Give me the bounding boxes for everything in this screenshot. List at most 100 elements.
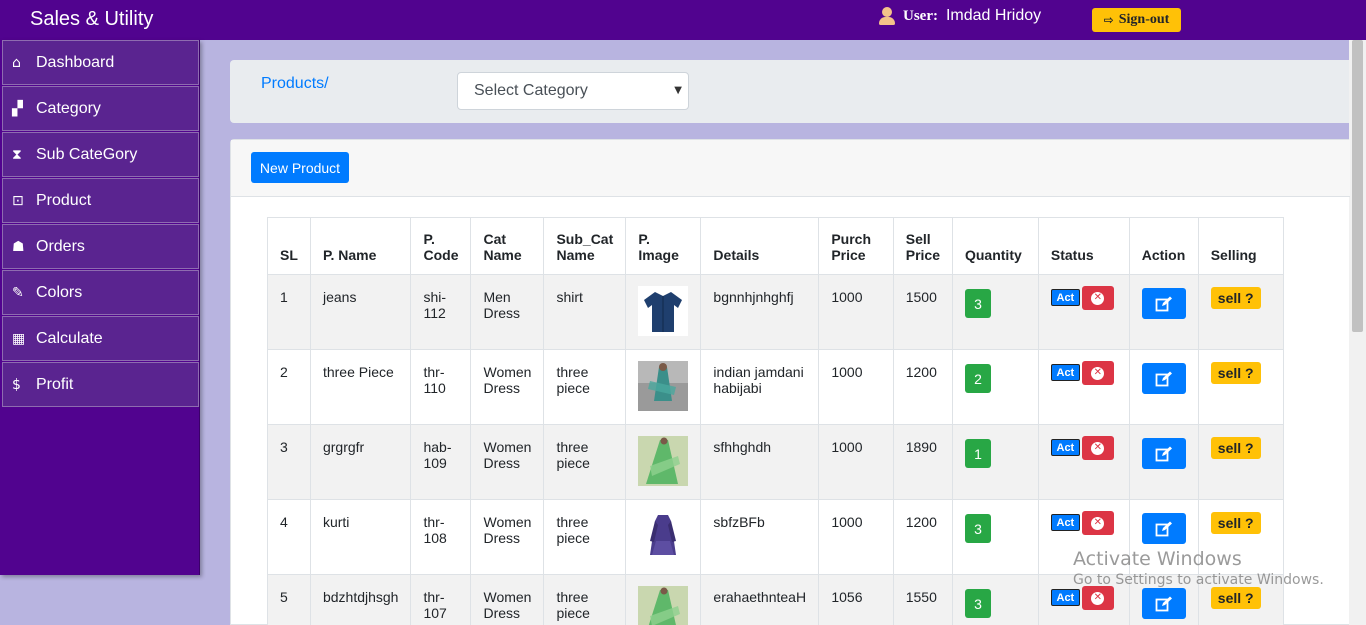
purchase-price: 1000 (818, 499, 894, 575)
selling-cell: sell ? (1197, 274, 1285, 350)
category-select[interactable]: Select Category ▼ (457, 72, 689, 110)
quantity-badge: 3 (964, 589, 991, 618)
sell-button[interactable]: sell ? (1210, 362, 1261, 384)
activate-windows-watermark: Activate Windows Go to Settings to activ… (1073, 548, 1324, 588)
edit-button[interactable] (1141, 438, 1186, 469)
product-name: kurti (309, 499, 412, 575)
activate-button[interactable]: Act (1050, 589, 1080, 606)
scrollbar-thumb[interactable] (1352, 40, 1363, 332)
close-icon: ✕ (1091, 516, 1105, 530)
sell-button[interactable]: sell ? (1210, 587, 1261, 609)
product-code: thr-107 (410, 574, 472, 625)
sell-price: 1500 (892, 274, 953, 350)
product-details: sfhhghdh (700, 424, 820, 500)
status-cell: Act ✕ (1037, 274, 1130, 350)
sidebar-item-dashboard[interactable]: ⌂ Dashboard (2, 40, 199, 85)
sidebar-item-profit[interactable]: $ Profit (2, 362, 199, 407)
sidebar-item-orders[interactable]: ☗ Orders (2, 224, 199, 269)
sell-price: 1890 (892, 424, 953, 500)
card-header: New Product (231, 140, 1350, 197)
close-icon: ✕ (1091, 441, 1105, 455)
product-image (638, 286, 689, 336)
column-header: Details (700, 217, 820, 275)
row-sl: 2 (267, 349, 311, 425)
close-icon: ✕ (1091, 291, 1105, 305)
product-image-cell (625, 574, 702, 625)
sidebar-item-calculate[interactable]: ▦ Calculate (2, 316, 199, 361)
watermark-title: Activate Windows (1073, 548, 1242, 570)
delete-button[interactable]: ✕ (1081, 586, 1114, 610)
sell-button[interactable]: sell ? (1210, 512, 1261, 534)
sign-out-label: Sign-out (1118, 12, 1170, 27)
close-icon: ✕ (1091, 366, 1105, 380)
sidebar-item-category[interactable]: ▞ Category (2, 86, 199, 131)
edit-icon (1155, 596, 1173, 612)
quantity-cell: 3 (951, 574, 1039, 625)
column-header: Sub_Cat Name (543, 217, 627, 275)
delete-button[interactable]: ✕ (1081, 286, 1114, 310)
user-name: Imdad Hridoy (945, 7, 1042, 24)
sidebar-item-label: Dashboard (36, 53, 115, 71)
sidebar-item-product[interactable]: ⊡ Product (2, 178, 199, 223)
sign-out-icon: ⇨ (1103, 13, 1114, 27)
column-header: SL (267, 217, 311, 275)
activate-button[interactable]: Act (1050, 364, 1080, 381)
table-row: 2 three Piece thr-110 Women Dress three piec… (267, 349, 1285, 425)
dollar-icon: $ (12, 376, 21, 393)
edit-button[interactable] (1141, 513, 1186, 544)
action-cell (1128, 424, 1199, 500)
breadcrumb[interactable]: Products/ (261, 75, 329, 93)
action-cell (1128, 274, 1199, 350)
product-icon: ⊡ (12, 192, 24, 209)
sell-price: 1200 (892, 349, 953, 425)
activate-button[interactable]: Act (1050, 289, 1080, 306)
product-image (638, 511, 689, 561)
product-image (638, 361, 689, 411)
quantity-badge: 2 (964, 364, 991, 393)
edit-button[interactable] (1141, 588, 1186, 619)
column-header: Quantity (951, 217, 1039, 275)
delete-button[interactable]: ✕ (1081, 436, 1114, 460)
product-image-cell (625, 349, 702, 425)
new-product-button[interactable]: New Product (251, 152, 349, 183)
product-code: thr-108 (410, 499, 472, 575)
subcategory-name: three piece (543, 424, 627, 500)
sidebar-item-label: Calculate (36, 329, 103, 347)
sell-button[interactable]: sell ? (1210, 287, 1261, 309)
sell-price: 1550 (892, 574, 953, 625)
product-image (638, 586, 689, 625)
app-brand[interactable]: Sales & Utility (30, 8, 153, 31)
sidebar-item-colors[interactable]: ✎ Colors (2, 270, 199, 315)
product-name: bdzhtdjhsgh (309, 574, 412, 625)
chevron-down-icon: ▼ (674, 85, 682, 96)
table-row: 1 jeans shi-112 Men Dress shirt bgnnhjnhghfj 1… (267, 274, 1285, 350)
user-info: User: Imdad Hridoy (878, 7, 1041, 25)
sell-button[interactable]: sell ? (1210, 437, 1261, 459)
column-header: P. Code (410, 217, 472, 275)
activate-button[interactable]: Act (1050, 439, 1080, 456)
activate-button[interactable]: Act (1050, 514, 1080, 531)
category-name: Men Dress (470, 274, 545, 350)
edit-button[interactable] (1141, 288, 1186, 319)
category-name: Women Dress (470, 424, 545, 500)
hourglass-icon: ⧗ (12, 146, 22, 163)
sidebar-item-sub-category[interactable]: ⧗ Sub CateGory (2, 132, 199, 177)
delete-button[interactable]: ✕ (1081, 361, 1114, 385)
product-image-cell (625, 499, 702, 575)
product-name: grgrgfr (309, 424, 412, 500)
delete-button[interactable]: ✕ (1081, 511, 1114, 535)
table-row: 3 grgrgfr hab-109 Women Dress three piece sfh… (267, 424, 1285, 500)
watermark-subtitle: Go to Settings to activate Windows. (1073, 572, 1324, 588)
purchase-price: 1056 (818, 574, 894, 625)
product-details: indian jamdani habijabi (700, 349, 820, 425)
sidebar-item-label: Colors (36, 283, 83, 301)
subcategory-name: shirt (543, 274, 627, 350)
vertical-scrollbar[interactable] (1349, 40, 1366, 625)
sell-price: 1200 (892, 499, 953, 575)
column-header: P. Name (309, 217, 412, 275)
sidebar-item-label: Sub CateGory (36, 145, 138, 163)
column-header: Purch Price (818, 217, 894, 275)
edit-icon (1155, 446, 1173, 462)
sign-out-button[interactable]: ⇨ Sign-out (1092, 8, 1181, 32)
edit-button[interactable] (1141, 363, 1186, 394)
